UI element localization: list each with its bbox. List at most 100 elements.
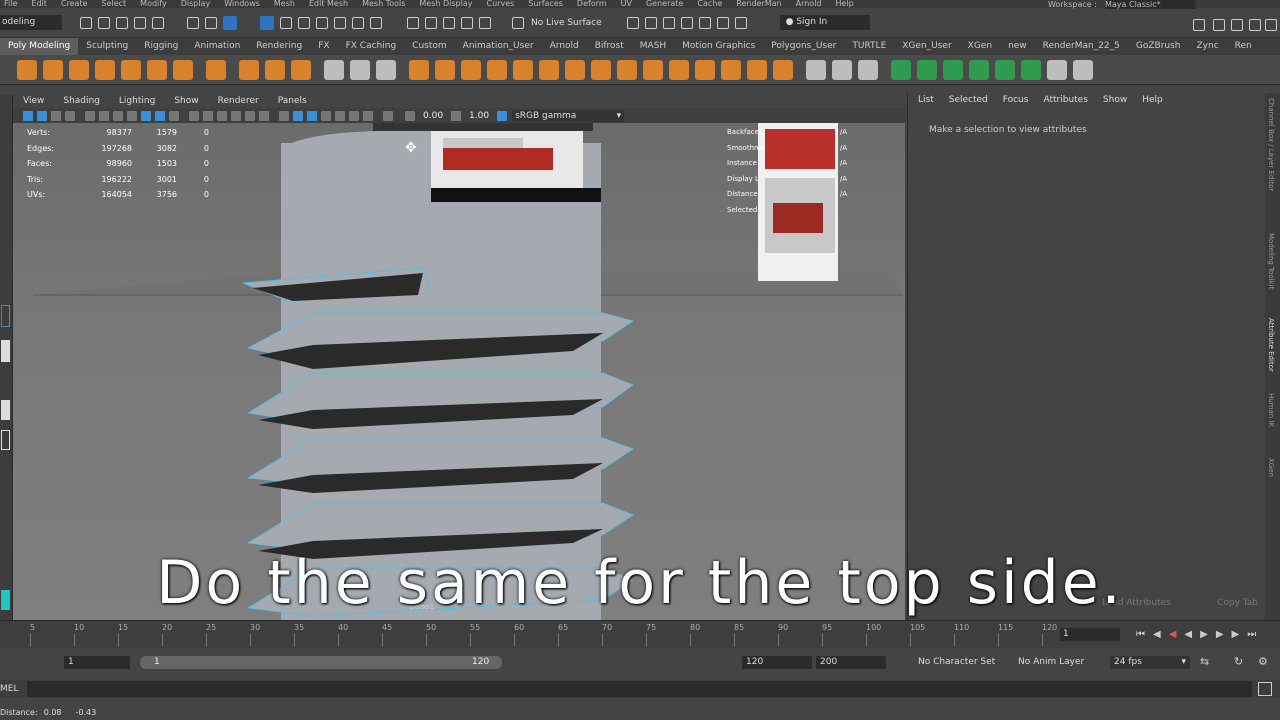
quad-draw-icon[interactable]	[858, 59, 878, 80]
toolbox-select-tool[interactable]	[1, 305, 10, 327]
sign-in-button[interactable]: ● Sign In	[779, 15, 870, 30]
bridge-icon[interactable]	[617, 59, 637, 80]
image-plane-icon[interactable]	[65, 110, 75, 121]
menu-item-edit-mesh[interactable]: Edit Mesh	[309, 0, 348, 8]
menu-item-modify[interactable]: Modify	[140, 0, 167, 8]
shelf-tab-zync[interactable]: Zync	[1189, 38, 1227, 55]
side-tab-xgen[interactable]: XGen	[1267, 458, 1275, 477]
hud-icon[interactable]	[383, 110, 393, 121]
camera-attributes-icon[interactable]	[37, 110, 47, 121]
range-slider[interactable]: 1 120	[140, 656, 502, 669]
extrude-icon[interactable]	[591, 59, 611, 80]
snap-point-icon[interactable]	[298, 16, 310, 29]
select-component-icon[interactable]	[223, 15, 237, 30]
step-back-key-icon[interactable]: ◀	[1153, 629, 1161, 640]
attr-menu-help[interactable]: Help	[1142, 95, 1163, 105]
append-icon[interactable]	[669, 59, 689, 80]
menu-item-mesh-display[interactable]: Mesh Display	[419, 0, 472, 8]
shelf-tab-poly-modeling[interactable]: Poly Modeling	[0, 38, 79, 55]
poly-cube-icon[interactable]	[43, 59, 63, 80]
gamma-value[interactable]: 1.00	[469, 111, 489, 121]
menu-item-file[interactable]: File	[4, 0, 17, 8]
modeling-toolkit-toggle-icon[interactable]	[680, 16, 693, 29]
multi-cut-icon[interactable]	[806, 59, 826, 80]
super-shape-icon[interactable]	[239, 59, 259, 80]
menu-item-cache[interactable]: Cache	[697, 0, 722, 8]
smooth-shade-icon[interactable]	[203, 110, 213, 121]
poly-torus-icon[interactable]	[121, 59, 141, 80]
poly-platonic-icon[interactable]	[206, 59, 226, 80]
shadows-icon[interactable]	[259, 110, 269, 121]
toggle-ui-icon[interactable]	[644, 16, 657, 29]
open-scene-icon[interactable]	[98, 16, 110, 29]
attribute-editor-toggle-icon[interactable]	[698, 16, 711, 29]
poly-sphere-icon[interactable]	[17, 59, 37, 80]
step-forward-key-icon[interactable]: ▶	[1232, 629, 1240, 640]
render-settings-icon[interactable]	[443, 16, 455, 29]
select-camera-icon[interactable]	[23, 110, 33, 121]
uv-planar-icon[interactable]	[891, 59, 911, 80]
menu-item-surfaces[interactable]: Surfaces	[528, 0, 563, 8]
freeze-icon[interactable]	[376, 59, 396, 80]
shelf-tab-turtle[interactable]: TURTLE	[844, 38, 894, 55]
snap-grid-icon[interactable]	[260, 15, 274, 30]
snap-view-icon[interactable]	[316, 16, 328, 29]
xray-icon[interactable]	[293, 110, 303, 121]
menu-item-help[interactable]: Help	[836, 0, 854, 8]
loop-icon[interactable]: ⇆	[1200, 655, 1209, 668]
resolution-gate-icon[interactable]	[113, 110, 123, 121]
shelf-tab-renderman-22-5[interactable]: RenderMan_22_5	[1035, 38, 1128, 55]
save-scene-icon[interactable]	[116, 16, 128, 29]
multisample-icon[interactable]	[349, 110, 359, 121]
history-icon[interactable]	[352, 16, 364, 29]
attr-menu-focus[interactable]: Focus	[1003, 95, 1029, 105]
smooth-icon[interactable]	[461, 59, 481, 80]
merge-icon[interactable]	[721, 59, 741, 80]
colorspace-dropdown[interactable]: sRGB gamma ▾	[512, 109, 625, 122]
shelf-tab-polygons-user[interactable]: Polygons_User	[763, 38, 844, 55]
shelf-tab-fx-caching[interactable]: FX Caching	[338, 38, 405, 55]
default-material-icon[interactable]	[217, 110, 227, 121]
uv-cylindrical-icon[interactable]	[943, 59, 963, 80]
fill-hole-icon[interactable]	[695, 59, 715, 80]
character-set-selector[interactable]: No Character Set	[918, 657, 995, 667]
menu-item-curves[interactable]: Curves	[486, 0, 514, 8]
new-scene-icon[interactable]	[80, 16, 92, 29]
motion-blur-icon[interactable]	[335, 110, 345, 121]
mirror-icon[interactable]	[565, 59, 585, 80]
scene-end-field[interactable]: 200	[816, 656, 886, 669]
select-object-icon[interactable]	[205, 16, 217, 29]
shelf-tab-ren[interactable]: Ren	[1227, 38, 1260, 55]
textured-icon[interactable]	[231, 110, 241, 121]
screen-space-ao-icon[interactable]	[321, 110, 331, 121]
pivot-icon[interactable]	[324, 59, 344, 80]
bookmark-icon[interactable]	[51, 110, 61, 121]
uv-cut-icon[interactable]	[1073, 59, 1093, 80]
boolean-union-icon[interactable]	[487, 59, 507, 80]
live-surface-icon[interactable]	[512, 16, 524, 29]
play-forward-icon[interactable]: ▶	[1200, 629, 1208, 640]
layout-icon-2[interactable]	[1213, 19, 1225, 31]
boolean-diff-icon[interactable]	[513, 59, 533, 80]
uv-automatic-icon[interactable]	[917, 59, 937, 80]
workspace-value[interactable]: Maya Classic*	[1105, 0, 1195, 9]
script-editor-icon[interactable]	[1258, 682, 1272, 696]
shelf-tab-motion-graphics[interactable]: Motion Graphics	[674, 38, 763, 55]
toolbox-move-tool[interactable]	[1, 340, 10, 362]
toolbox-layout-tool[interactable]	[1, 430, 10, 450]
exposure-icon[interactable]	[405, 110, 415, 121]
shelf-tab-bifrost[interactable]: Bifrost	[587, 38, 632, 55]
symmetry-icon[interactable]	[626, 16, 639, 29]
mode-selector[interactable]: odeling	[0, 15, 62, 30]
select-hierarchy-icon[interactable]	[187, 16, 199, 29]
shelf-tab-rigging[interactable]: Rigging	[136, 38, 186, 55]
attr-menu-attributes[interactable]: Attributes	[1043, 95, 1087, 105]
menu-item-generate[interactable]: Generate	[646, 0, 683, 8]
uv-layout-icon[interactable]	[1021, 59, 1041, 80]
shelf-tab-new[interactable]: new	[1000, 38, 1035, 55]
viewport-menu-view[interactable]: View	[23, 96, 44, 106]
command-input[interactable]	[27, 681, 1252, 697]
shelf-tab-animation[interactable]: Animation	[186, 38, 248, 55]
gamma-icon[interactable]	[451, 110, 462, 121]
side-tab-modeling-toolkit[interactable]: Modeling Toolkit	[1267, 233, 1275, 289]
